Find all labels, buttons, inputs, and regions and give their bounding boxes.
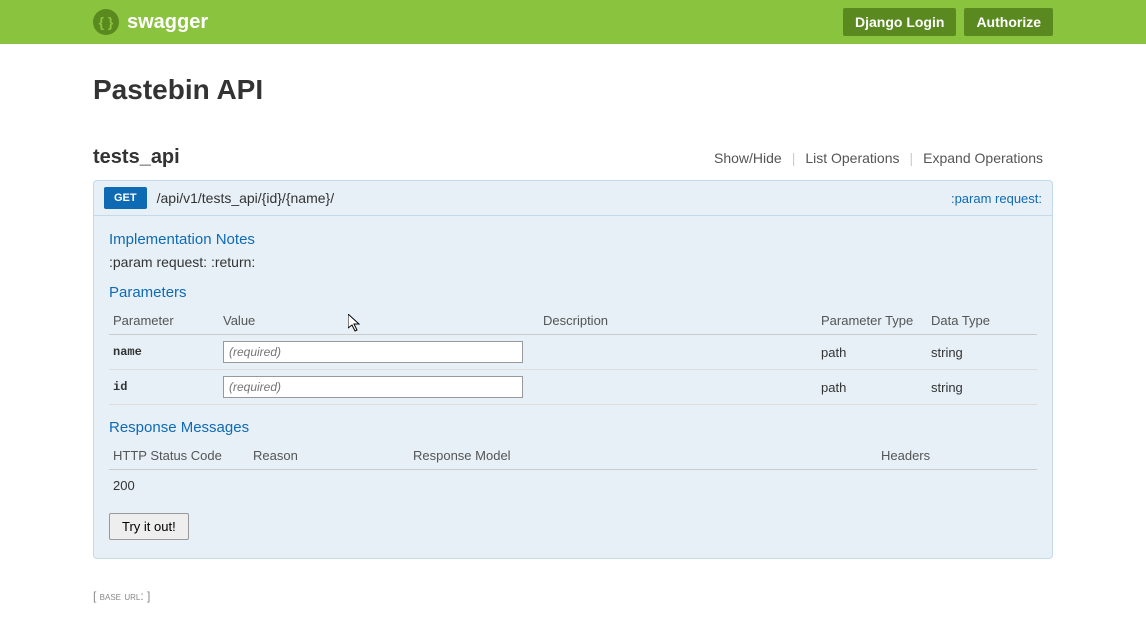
col-headers: Headers: [877, 442, 1037, 470]
col-parameter: Parameter: [109, 307, 219, 335]
col-model: Response Model: [409, 442, 877, 470]
resp-headers: [877, 470, 1037, 502]
footer-base-url: [ base url: ]: [93, 589, 1053, 603]
table-row: 200: [109, 470, 1037, 502]
col-data-type: Data Type: [927, 307, 1037, 335]
method-badge-get[interactable]: GET: [104, 187, 147, 209]
api-title: Pastebin API: [93, 74, 1053, 106]
brand-text: swagger: [127, 11, 208, 34]
expand-operations-link[interactable]: Expand Operations: [913, 150, 1053, 166]
col-description: Description: [539, 307, 817, 335]
response-messages-title: Response Messages: [109, 419, 1037, 436]
django-login-button[interactable]: Django Login: [843, 8, 956, 36]
implementation-notes-title: Implementation Notes: [109, 231, 1037, 248]
operation-path: /api/v1/tests_api/{id}/{name}/: [157, 190, 334, 206]
resource-header: tests_api Show/Hide | List Operations | …: [93, 146, 1053, 174]
param-description: [539, 335, 817, 370]
operation-block: GET /api/v1/tests_api/{id}/{name}/ :para…: [93, 180, 1053, 559]
list-operations-link[interactable]: List Operations: [795, 150, 909, 166]
topbar: { } swagger Django Login Authorize: [0, 0, 1146, 44]
col-value: Value: [219, 307, 539, 335]
parameters-table: Parameter Value Description Parameter Ty…: [109, 307, 1037, 405]
parameters-title: Parameters: [109, 284, 1037, 301]
try-it-out-button[interactable]: Try it out!: [109, 513, 189, 540]
table-row: id path string: [109, 370, 1037, 405]
resp-reason: [249, 470, 409, 502]
swagger-logo-icon: { }: [93, 9, 119, 35]
param-name: name: [109, 335, 219, 370]
param-description: [539, 370, 817, 405]
resource-name[interactable]: tests_api: [93, 146, 180, 169]
param-type: path: [817, 370, 927, 405]
param-value-input-id[interactable]: [223, 376, 523, 398]
show-hide-link[interactable]: Show/Hide: [704, 150, 792, 166]
resp-model: [409, 470, 877, 502]
col-reason: Reason: [249, 442, 409, 470]
col-status: HTTP Status Code: [109, 442, 249, 470]
brand[interactable]: { } swagger: [93, 9, 208, 35]
authorize-button[interactable]: Authorize: [964, 8, 1053, 36]
col-param-type: Parameter Type: [817, 307, 927, 335]
response-messages-table: HTTP Status Code Reason Response Model H…: [109, 442, 1037, 501]
operation-heading[interactable]: GET /api/v1/tests_api/{id}/{name}/ :para…: [94, 181, 1052, 216]
param-data-type: string: [927, 370, 1037, 405]
param-data-type: string: [927, 335, 1037, 370]
param-name: id: [109, 370, 219, 405]
operation-summary: :param request:: [951, 191, 1042, 206]
resp-status: 200: [109, 470, 249, 502]
table-row: name path string: [109, 335, 1037, 370]
param-value-input-name[interactable]: [223, 341, 523, 363]
param-type: path: [817, 335, 927, 370]
implementation-notes-text: :param request: :return:: [109, 254, 1037, 270]
